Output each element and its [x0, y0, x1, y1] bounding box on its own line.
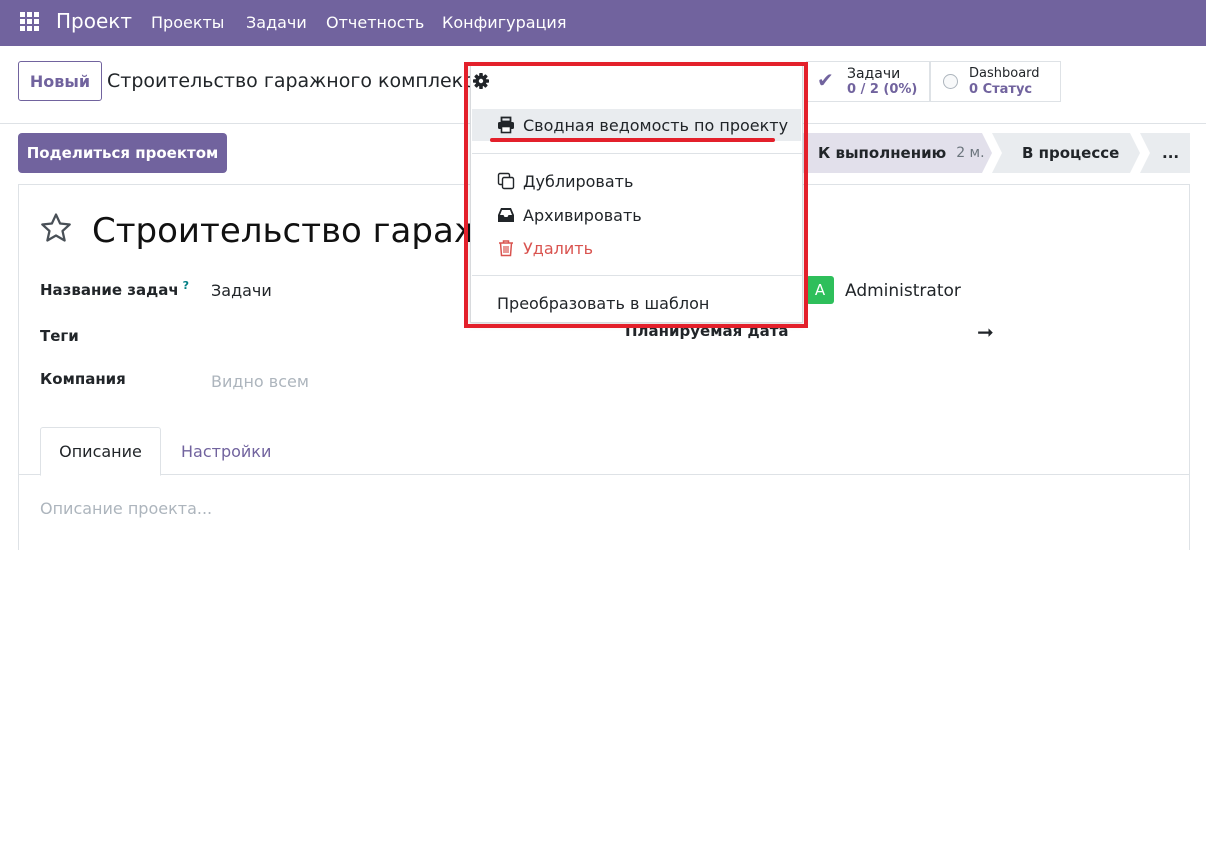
favorite-star-icon[interactable]	[39, 211, 73, 245]
help-icon[interactable]: ?	[183, 279, 189, 292]
stage-statusbar: К выполнению 2 м. В процессе ...	[795, 133, 1190, 173]
empty-area	[0, 550, 1206, 841]
tasks-stat-value: 0 / 2 (0%)	[847, 82, 918, 97]
breadcrumb-title: Строительство гаражного комплекса	[107, 70, 486, 92]
menu-reporting[interactable]: Отчетность	[326, 13, 424, 32]
tasks-stat-button[interactable]: ✔ Задачи 0 / 2 (0%)	[806, 61, 930, 102]
task-name-label-text: Название задач	[40, 281, 179, 299]
stage-in-progress-label: В процессе	[1022, 144, 1120, 162]
menu-tasks[interactable]: Задачи	[246, 13, 307, 32]
tab-description[interactable]: Описание	[40, 427, 161, 476]
arrow-right-icon: ➞	[977, 320, 994, 344]
stage-more[interactable]: ...	[1140, 133, 1190, 173]
task-name-label: Название задач?	[40, 279, 189, 299]
notebook-tabs: Описание Настройки	[19, 427, 1189, 476]
tasks-stat-title: Задачи	[847, 66, 901, 82]
company-label: Компания	[40, 370, 126, 388]
check-icon: ✔	[817, 68, 834, 92]
stage-todo[interactable]: К выполнению 2 м.	[800, 133, 992, 173]
task-name-value[interactable]: Задачи	[211, 281, 272, 300]
stage-todo-label: К выполнению	[818, 144, 947, 162]
menu-configuration[interactable]: Конфигурация	[442, 13, 566, 32]
description-editor[interactable]: Описание проекта...	[40, 499, 212, 518]
dashboard-stat-title: Dashboard	[969, 66, 1040, 81]
tags-field[interactable]	[211, 327, 571, 347]
new-button[interactable]: Новый	[18, 61, 102, 101]
avatar: A	[806, 276, 834, 304]
project-manager-value[interactable]: Administrator	[845, 281, 961, 301]
share-project-button[interactable]: Поделиться проектом	[18, 133, 227, 173]
highlight-frame	[464, 62, 808, 328]
status-circle-icon	[943, 74, 958, 89]
tags-label: Теги	[40, 327, 79, 345]
menu-projects[interactable]: Проекты	[151, 13, 224, 32]
apps-grid-icon[interactable]	[20, 12, 40, 32]
top-navbar: Проект Проекты Задачи Отчетность Конфигу…	[0, 0, 1206, 46]
stage-todo-count: 2 м.	[956, 145, 985, 161]
dashboard-stat-button[interactable]: Dashboard 0 Статус	[930, 61, 1061, 102]
company-field[interactable]: Видно всем	[211, 372, 309, 391]
stage-more-label: ...	[1162, 144, 1180, 162]
dashboard-stat-value: 0 Статус	[969, 82, 1033, 97]
app-brand[interactable]: Проект	[56, 9, 132, 33]
stage-in-progress[interactable]: В процессе	[992, 133, 1140, 173]
tab-settings[interactable]: Настройки	[181, 427, 271, 475]
